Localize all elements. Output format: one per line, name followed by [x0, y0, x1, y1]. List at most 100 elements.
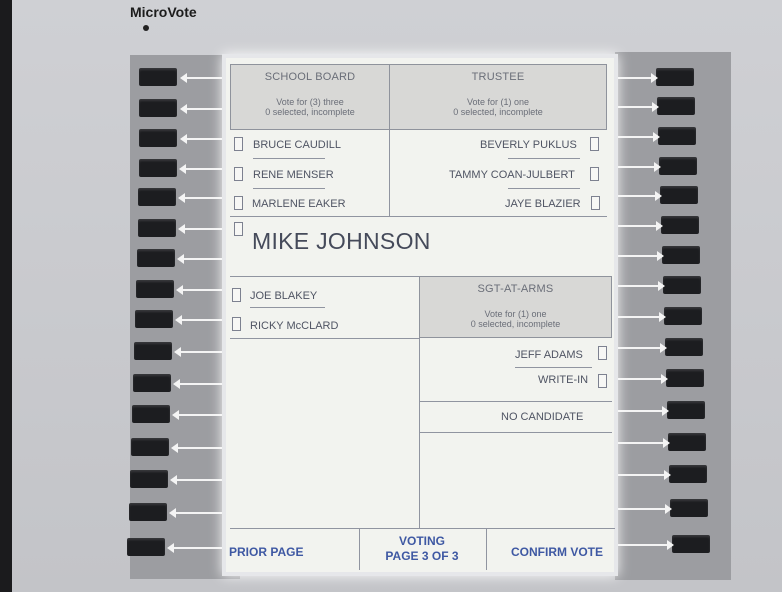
trustee-status: 0 selected, incomplete: [453, 107, 543, 117]
candidate-name[interactable]: JEFF ADAMS: [515, 349, 583, 361]
checkbox[interactable]: [590, 137, 599, 151]
divider: [230, 338, 419, 339]
right-selector-button-8[interactable]: [663, 276, 701, 294]
candidate-name[interactable]: TAMMY COAN-JULBERT: [449, 169, 575, 181]
left-arrow-icon: [172, 410, 222, 420]
candidate-underline: [508, 158, 580, 159]
right-arrow-icon: [618, 162, 661, 172]
school-board-title: SCHOOL BOARD: [264, 71, 356, 83]
left-selector-button-14[interactable]: [130, 470, 168, 488]
candidate-name[interactable]: RENE MENSER: [253, 169, 334, 181]
right-arrow-icon: [618, 251, 664, 261]
right-arrow-icon: [618, 132, 660, 142]
candidate-underline: [253, 158, 325, 159]
checkbox[interactable]: [598, 346, 607, 360]
divider: [486, 528, 487, 570]
right-selector-button-5[interactable]: [660, 186, 698, 204]
page-indicator: PAGE 3 OF 3: [385, 549, 459, 563]
left-selector-button-4[interactable]: [139, 159, 177, 177]
left-arrow-icon: [169, 508, 222, 518]
candidate-underline: [515, 367, 592, 368]
divider: [420, 401, 612, 402]
no-candidate-option[interactable]: NO CANDIDATE: [501, 411, 583, 423]
trustee-title: TRUSTEE: [471, 71, 525, 83]
left-selector-button-9[interactable]: [135, 310, 173, 328]
candidate-name[interactable]: BRUCE CAUDILL: [253, 139, 341, 151]
prior-page-button[interactable]: PRIOR PAGE: [229, 545, 303, 559]
checkbox[interactable]: [234, 196, 243, 210]
left-selector-button-15[interactable]: [129, 503, 167, 521]
left-arrow-icon: [180, 134, 222, 144]
left-arrow-icon: [180, 104, 222, 114]
candidate-name[interactable]: JAYE BLAZIER: [505, 198, 581, 210]
right-selector-button-11[interactable]: [666, 369, 704, 387]
left-arrow-icon: [180, 73, 222, 83]
left-selector-button-11[interactable]: [133, 374, 171, 392]
checkbox[interactable]: [234, 222, 243, 236]
right-selector-button-6[interactable]: [661, 216, 699, 234]
left-selector-button-12[interactable]: [132, 405, 170, 423]
right-selector-button-7[interactable]: [662, 246, 700, 264]
left-selector-button-8[interactable]: [136, 280, 174, 298]
right-selector-button-10[interactable]: [665, 338, 703, 356]
checkbox[interactable]: [232, 317, 241, 331]
right-arrow-icon: [618, 191, 662, 201]
left-selector-button-13[interactable]: [131, 438, 169, 456]
checkbox[interactable]: [590, 167, 599, 181]
left-selector-button-10[interactable]: [134, 342, 172, 360]
right-arrow-icon: [618, 221, 663, 231]
right-arrow-icon: [618, 504, 672, 514]
left-selector-button-2[interactable]: [139, 99, 177, 117]
candidate-name[interactable]: MARLENE EAKER: [252, 198, 346, 210]
left-selector-button-1[interactable]: [139, 68, 177, 86]
candidate-underline: [253, 188, 325, 189]
left-arrow-icon: [170, 475, 222, 485]
divider: [359, 528, 360, 570]
school-board-status: 0 selected, incomplete: [265, 107, 355, 117]
trustee-header: TRUSTEE Vote for (1) one 0 selected, inc…: [389, 64, 607, 130]
confirm-vote-button[interactable]: CONFIRM VOTE: [511, 545, 603, 559]
checkbox[interactable]: [234, 137, 243, 151]
right-selector-button-1[interactable]: [656, 68, 694, 86]
right-arrow-icon: [618, 374, 668, 384]
left-selector-button-7[interactable]: [137, 249, 175, 267]
right-arrow-icon: [618, 102, 659, 112]
right-arrow-icon: [618, 438, 670, 448]
left-arrow-icon: [167, 543, 222, 553]
school-board-header: SCHOOL BOARD Vote for (3) three 0 select…: [230, 64, 390, 130]
right-selector-button-12[interactable]: [667, 401, 705, 419]
left-selector-button-5[interactable]: [138, 188, 176, 206]
left-arrow-icon: [178, 224, 222, 234]
right-arrow-icon: [618, 406, 669, 416]
divider: [230, 216, 607, 217]
left-selector-button-3[interactable]: [139, 129, 177, 147]
right-arrow-icon: [618, 540, 674, 550]
trustee-vote-for: Vote for (1) one: [466, 97, 530, 107]
candidate-name[interactable]: JOE BLAKEY: [250, 290, 317, 302]
left-selector-button-16[interactable]: [127, 538, 165, 556]
right-arrow-icon: [618, 343, 667, 353]
right-selector-button-9[interactable]: [664, 307, 702, 325]
right-selector-button-4[interactable]: [659, 157, 697, 175]
candidate-name[interactable]: BEVERLY PUKLUS: [480, 139, 577, 151]
left-arrow-icon: [178, 193, 222, 203]
candidate-name[interactable]: WRITE-IN: [538, 374, 588, 386]
left-selector-button-6[interactable]: [138, 219, 176, 237]
checkbox[interactable]: [234, 167, 243, 181]
right-selector-button-2[interactable]: [657, 97, 695, 115]
checkbox[interactable]: [232, 288, 241, 302]
right-selector-button-16[interactable]: [672, 535, 710, 553]
sgt-at-arms-header: SGT-AT-ARMS Vote for (1) one 0 selected,…: [419, 276, 612, 338]
left-arrow-icon: [171, 443, 222, 453]
right-selector-button-3[interactable]: [658, 127, 696, 145]
brand-logo: MicroVote: [130, 4, 197, 20]
right-selector-button-13[interactable]: [668, 433, 706, 451]
left-arrow-icon: [175, 315, 222, 325]
right-arrow-icon: [618, 281, 665, 291]
candidate-name[interactable]: RICKY McCLARD: [250, 320, 338, 332]
checkbox[interactable]: [598, 374, 607, 388]
right-selector-button-15[interactable]: [670, 499, 708, 517]
right-selector-button-14[interactable]: [669, 465, 707, 483]
checkbox[interactable]: [591, 196, 600, 210]
candidate-name-enlarged[interactable]: MIKE JOHNSON: [252, 228, 431, 255]
